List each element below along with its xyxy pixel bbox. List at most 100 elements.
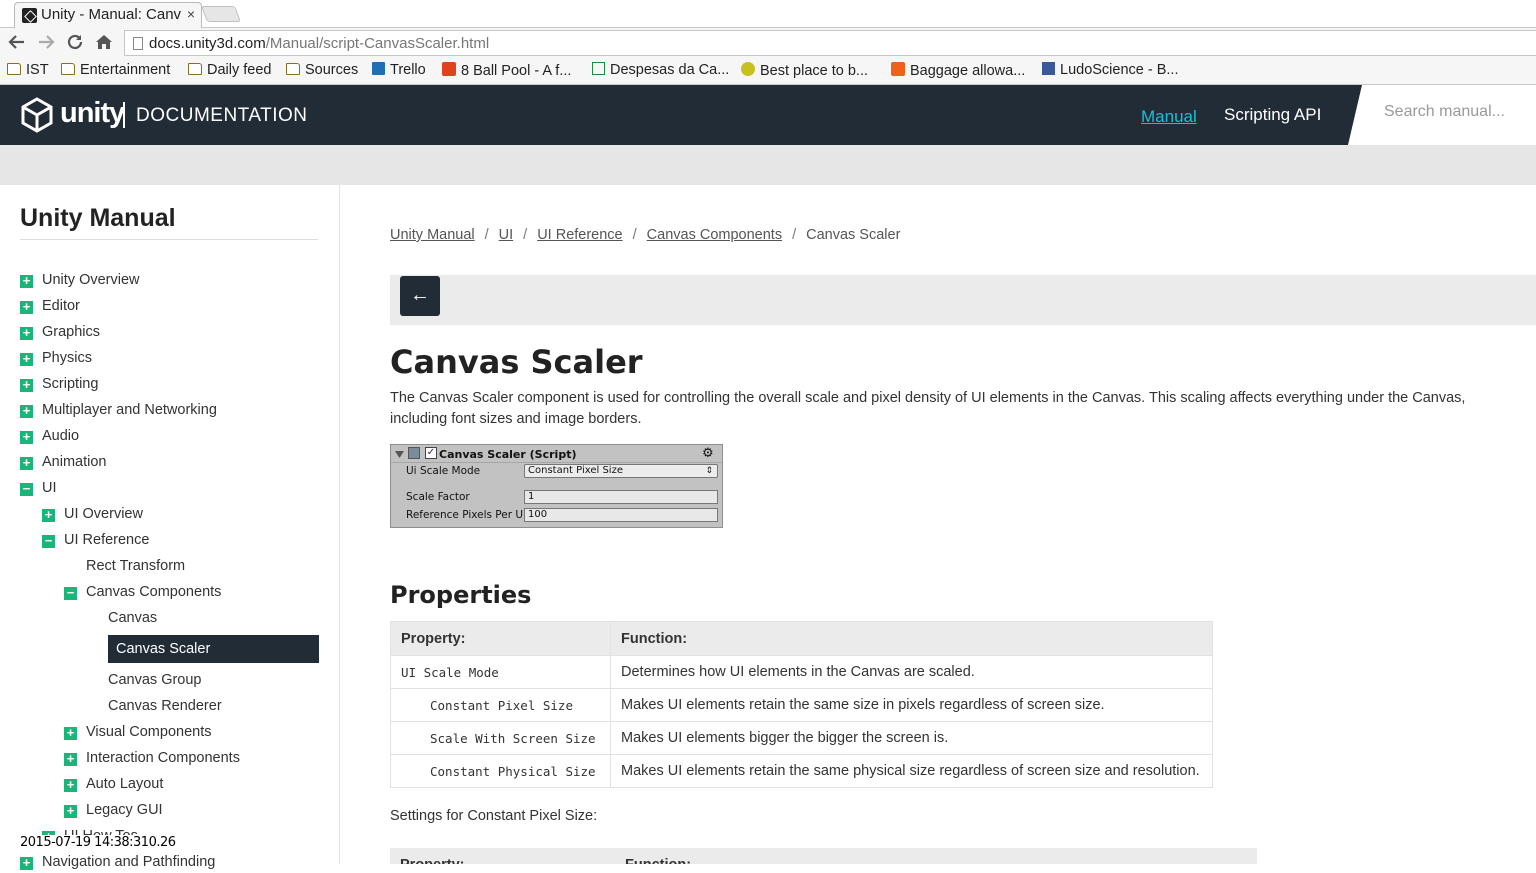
sidebar-title: Unity Manual: [20, 204, 176, 232]
bookmark-best-place[interactable]: Best place to b...: [741, 62, 868, 79]
bookmark-trello[interactable]: Trello: [372, 62, 426, 78]
sidebar-item-animation[interactable]: + Animation: [20, 451, 106, 473]
sidebar-item-ui[interactable]: − UI: [20, 477, 57, 499]
toggle-icon[interactable]: −: [64, 586, 77, 600]
breadcrumb-current: Canvas Scaler: [806, 227, 901, 243]
header-subbar: [0, 145, 1536, 185]
breadcrumb-link-unity-manual[interactable]: Unity Manual: [390, 227, 475, 243]
facebook-icon: [1042, 62, 1055, 75]
left-arrow-icon: ←: [410, 284, 430, 306]
toggle-icon[interactable]: +: [20, 300, 33, 314]
sidebar-item-multiplayer-networking[interactable]: + Multiplayer and Networking: [20, 399, 217, 421]
home-icon[interactable]: [93, 33, 115, 56]
sidebar-item-canvas-group[interactable]: Canvas Group: [108, 669, 202, 691]
properties-heading: Properties: [390, 581, 532, 609]
toggle-icon[interactable]: +: [64, 804, 77, 818]
toggle-icon[interactable]: +: [20, 430, 33, 444]
column-header: Function:: [610, 621, 1213, 656]
scale-factor-field: 1: [524, 490, 718, 504]
back-button[interactable]: ←: [400, 276, 440, 316]
table-header-row: Property: Function:: [390, 621, 1213, 656]
page-title: Canvas Scaler: [390, 343, 643, 381]
bookmark-ist[interactable]: IST: [7, 62, 49, 78]
sidebar-item-canvas-components[interactable]: − Canvas Components: [64, 581, 221, 603]
sidebar-item-ui-reference[interactable]: − UI Reference: [42, 529, 149, 551]
bookmark-entertainment[interactable]: Entertainment: [61, 62, 170, 78]
sidebar-item-label: Canvas Components: [86, 584, 222, 600]
sidebar-item-rect-transform[interactable]: Rect Transform: [86, 555, 185, 577]
folder-icon: [61, 63, 75, 75]
breadcrumb-separator: /: [484, 227, 489, 243]
smiley-icon: [741, 62, 755, 76]
bookmark-despesas[interactable]: Despesas da Ca...: [592, 62, 729, 78]
bookmark-8-ball-pool[interactable]: 8 Ball Pool - A f...: [442, 62, 571, 79]
sidebar-item-label: Canvas: [108, 610, 158, 626]
unity-favicon-icon: [22, 8, 37, 23]
toggle-icon[interactable]: +: [64, 752, 77, 766]
sidebar-item-label: Navigation and Pathfinding: [42, 854, 216, 870]
folder-icon: [7, 63, 21, 75]
toggle-icon[interactable]: +: [20, 378, 33, 392]
toggle-icon[interactable]: +: [64, 726, 77, 740]
sidebar-item-navigation-pathfinding[interactable]: + Navigation and Pathfinding: [20, 851, 215, 873]
browser-tab[interactable]: Unity - Manual: Canv ×: [14, 2, 202, 28]
toggle-icon[interactable]: +: [20, 352, 33, 366]
bookmark-ludoscience[interactable]: LudoScience - B...: [1042, 62, 1179, 78]
toggle-icon[interactable]: +: [20, 404, 33, 418]
breadcrumb: Unity Manual / UI / UI Reference / Canvas Comp…: [390, 227, 900, 243]
sidebar-item-unity-overview[interactable]: + Unity Overview: [20, 269, 140, 291]
sidebar-item-legacy-gui[interactable]: + Legacy GUI: [64, 799, 163, 821]
search-input[interactable]: [1384, 103, 1534, 121]
sidebar-item-canvas[interactable]: Canvas: [108, 607, 157, 629]
toggle-icon[interactable]: +: [20, 274, 33, 288]
nav-scripting-api-link[interactable]: Scripting API: [1224, 105, 1321, 125]
sidebar-item-graphics[interactable]: + Graphics: [20, 321, 100, 343]
reload-icon[interactable]: [64, 33, 86, 56]
unity-logo-icon[interactable]: [20, 97, 54, 133]
properties-table: Property: Function: UI Scale Mode Determ…: [390, 621, 1213, 788]
brand-name[interactable]: unity: [60, 97, 125, 130]
back-arrow-icon[interactable]: [6, 33, 28, 56]
script-icon: [408, 447, 420, 459]
enabled-checkbox: ✓: [425, 447, 437, 459]
sidebar-item-scripting[interactable]: + Scripting: [20, 373, 98, 395]
sidebar-item-label: Unity Overview: [42, 272, 140, 288]
sidebar-item-label: Canvas Group: [108, 672, 202, 688]
forward-arrow-icon[interactable]: [35, 33, 57, 56]
toggle-icon[interactable]: −: [20, 482, 33, 496]
sidebar-item-canvas-scaler[interactable]: Canvas Scaler: [108, 635, 319, 663]
nav-manual-link[interactable]: Manual: [1141, 107, 1197, 127]
breadcrumb-link-canvas-components[interactable]: Canvas Components: [647, 227, 782, 243]
section-name[interactable]: DOCUMENTATION: [136, 105, 308, 127]
gear-icon: ⚙: [702, 446, 714, 461]
new-tab-button[interactable]: [201, 6, 241, 22]
sidebar-item-editor[interactable]: + Editor: [20, 295, 80, 317]
settings-subheading: Settings for Constant Pixel Size:: [390, 808, 598, 824]
toggle-icon[interactable]: −: [42, 534, 55, 548]
address-bar[interactable]: docs.unity3d.com/Manual/script-CanvasSca…: [124, 30, 1536, 56]
sidebar-item-ui-overview[interactable]: + UI Overview: [42, 503, 143, 525]
bookmark-sources[interactable]: Sources: [286, 62, 358, 78]
sidebar-item-audio[interactable]: + Audio: [20, 425, 79, 447]
sidebar-item-auto-layout[interactable]: + Auto Layout: [64, 773, 163, 795]
sidebar-item-label: Canvas Renderer: [108, 698, 222, 714]
trello-icon: [372, 62, 385, 75]
bookmark-daily-feed[interactable]: Daily feed: [188, 62, 271, 78]
sidebar-item-visual-components[interactable]: + Visual Components: [64, 721, 211, 743]
toggle-icon[interactable]: +: [20, 456, 33, 470]
bookmark-baggage[interactable]: Baggage allowa...: [891, 62, 1025, 79]
property-name: Constant Pixel Size: [390, 688, 611, 722]
breadcrumb-link-ui-reference[interactable]: UI Reference: [537, 227, 622, 243]
sidebar-item-interaction-components[interactable]: + Interaction Components: [64, 747, 240, 769]
sidebar-item-label: UI Overview: [64, 506, 143, 522]
sidebar-item-label: Rect Transform: [86, 558, 186, 574]
sidebar-item-canvas-renderer[interactable]: Canvas Renderer: [108, 695, 222, 717]
toggle-icon[interactable]: +: [20, 326, 33, 340]
close-tab-icon[interactable]: ×: [187, 6, 195, 22]
sidebar-item-physics[interactable]: + Physics: [20, 347, 92, 369]
breadcrumb-link-ui[interactable]: UI: [499, 227, 514, 243]
property-function: Makes UI elements retain the same physic…: [610, 754, 1213, 788]
toggle-icon[interactable]: +: [42, 508, 55, 522]
url-path: /Manual/script-CanvasScaler.html: [265, 35, 490, 52]
toggle-icon[interactable]: +: [64, 778, 77, 792]
